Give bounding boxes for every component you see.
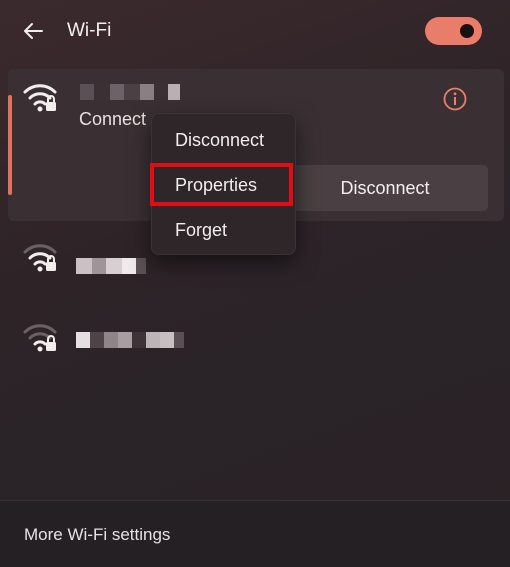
network-name-redacted	[76, 332, 184, 350]
menu-item-disconnect[interactable]: Disconnect	[175, 130, 264, 151]
toggle-knob	[460, 24, 474, 38]
selected-indicator	[8, 95, 12, 195]
network-name-redacted	[80, 84, 180, 102]
wifi-secure-icon	[23, 84, 57, 112]
back-arrow-icon[interactable]	[22, 20, 44, 42]
header-bar: Wi-Fi	[0, 0, 510, 62]
menu-item-forget[interactable]: Forget	[175, 220, 227, 241]
network-name-redacted	[76, 258, 146, 276]
wifi-secure-icon	[23, 244, 57, 272]
page-title: Wi-Fi	[67, 20, 112, 41]
wifi-secure-icon	[23, 324, 57, 352]
footer-bar: More Wi-Fi settings	[0, 500, 510, 567]
more-wifi-settings-link[interactable]: More Wi-Fi settings	[24, 525, 170, 545]
highlight-box	[150, 163, 293, 206]
disconnect-button[interactable]: Disconnect	[282, 165, 488, 211]
connection-status: Connect	[79, 109, 147, 129]
wifi-toggle[interactable]	[425, 17, 482, 45]
info-icon[interactable]	[443, 87, 467, 111]
